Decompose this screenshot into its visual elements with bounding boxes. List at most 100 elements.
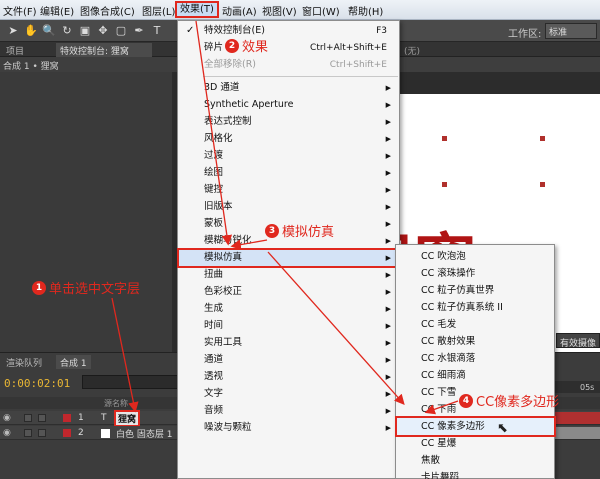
layer-name[interactable]: 狸窝 xyxy=(113,410,141,427)
submenu-item-cc-bubbles[interactable]: CC 吹泡泡 xyxy=(397,248,554,265)
submenu-arrow-icon: ▶ xyxy=(385,373,391,381)
menu-item-transition[interactable]: 过渡 ▶ xyxy=(179,148,399,164)
menu-item-label: 实用工具 xyxy=(204,337,243,348)
mouse-cursor-icon: ⬉ xyxy=(497,421,508,436)
submenu-item-cc-particle-world[interactable]: CC 粒子仿真世界 xyxy=(397,282,554,299)
menu-composition[interactable]: 图像合成(C) xyxy=(80,3,135,18)
annotation-text: 效果 xyxy=(242,40,269,55)
submenu-item-card-dance[interactable]: 卡片舞蹈 xyxy=(397,469,554,479)
menu-item-time[interactable]: 时间 ▶ xyxy=(179,318,399,334)
menu-item-text[interactable]: 文字 ▶ xyxy=(179,386,399,402)
menu-layer[interactable]: 图层(L) xyxy=(142,3,175,18)
submenu-arrow-icon: ▶ xyxy=(385,135,391,143)
pan-tool-icon[interactable]: ✥ xyxy=(96,24,110,38)
zoom-tool-icon[interactable]: 🔍 xyxy=(42,24,56,38)
solo-toggle[interactable] xyxy=(38,414,46,422)
rotate-tool-icon[interactable]: ↻ xyxy=(60,24,74,38)
submenu-item-caustics[interactable]: 焦散 xyxy=(397,452,554,469)
menu-item-keying[interactable]: 键控 ▶ xyxy=(179,182,399,198)
submenu-item-cc-drizzle[interactable]: CC 细雨滴 xyxy=(397,367,554,384)
submenu-arrow-icon: ▶ xyxy=(385,84,391,92)
menu-item-obsolete[interactable]: 旧版本 ▶ xyxy=(179,199,399,215)
hand-tool-icon[interactable]: ✋ xyxy=(24,24,38,38)
submenu-item-cc-star-burst[interactable]: CC 星爆 xyxy=(397,435,554,452)
menu-item-generate[interactable]: 生成 ▶ xyxy=(179,301,399,317)
transform-handle[interactable] xyxy=(540,182,545,187)
menu-item-synthetic-aperture[interactable]: Synthetic Aperture ▶ xyxy=(179,97,399,113)
menu-help[interactable]: 帮助(H) xyxy=(348,3,383,18)
submenu-item-cc-ball-action[interactable]: CC 滚珠操作 xyxy=(397,265,554,282)
layer-label-color[interactable] xyxy=(63,429,71,437)
menu-item-label: 模糊与锐化 xyxy=(204,235,252,246)
menu-item-label: 时间 xyxy=(204,320,224,331)
audio-toggle[interactable] xyxy=(24,429,32,437)
ruler-label: 05s xyxy=(580,383,595,392)
eye-icon[interactable]: ◉ xyxy=(3,413,11,423)
tab-render-queue[interactable]: 渲染队列 xyxy=(2,355,46,369)
pen-tool-icon[interactable]: ✒ xyxy=(132,24,146,38)
menu-item-shatter[interactable]: 碎片 Ctrl+Alt+Shift+E xyxy=(179,40,399,56)
menu-item-label: 蒙板 xyxy=(204,218,224,229)
transform-handle[interactable] xyxy=(442,136,447,141)
text-tool-icon[interactable]: T xyxy=(150,24,164,38)
annotation-text: 模拟仿真 xyxy=(282,225,335,240)
eye-icon[interactable]: ◉ xyxy=(3,428,11,438)
submenu-arrow-icon: ▶ xyxy=(385,254,391,262)
menu-edit[interactable]: 编辑(E) xyxy=(40,3,74,18)
solo-toggle[interactable] xyxy=(38,429,46,437)
menu-animation[interactable]: 动画(A) xyxy=(222,3,257,18)
transform-handle[interactable] xyxy=(540,136,545,141)
menu-view[interactable]: 视图(V) xyxy=(262,3,297,18)
menu-item-utility[interactable]: 实用工具 ▶ xyxy=(179,335,399,351)
layer-name[interactable]: 白色 固态层 1 xyxy=(116,427,172,440)
menu-item-label: 文字 xyxy=(204,388,224,399)
menu-item-stylize[interactable]: 风格化 ▶ xyxy=(179,131,399,147)
tab-project[interactable]: 项目 xyxy=(2,43,28,57)
submenu-arrow-icon: ▶ xyxy=(385,339,391,347)
menu-item-3d-channel[interactable]: 3D 通道 ▶ xyxy=(179,80,399,96)
menu-item-expression-controls[interactable]: 表达式控制 ▶ xyxy=(179,114,399,130)
audio-toggle[interactable] xyxy=(24,414,32,422)
effect-menu: ✓ 特效控制台(E) F3 碎片 Ctrl+Alt+Shift+E 全部移除(R) Ct… xyxy=(177,20,401,479)
annotation-step-3: 3 模拟仿真 xyxy=(265,221,334,240)
submenu-item-cc-scatterize[interactable]: CC 散射效果 xyxy=(397,333,554,350)
selection-tool-icon[interactable]: ➤ xyxy=(6,24,20,38)
submenu-arrow-icon: ▶ xyxy=(385,424,391,432)
tab-composition-none[interactable]: (无) xyxy=(400,43,424,57)
menu-item-label: 音频 xyxy=(204,405,224,416)
active-camera-label[interactable]: 有效摄像 xyxy=(556,333,600,349)
menu-item-effect-controls[interactable]: ✓ 特效控制台(E) F3 xyxy=(179,23,399,39)
menu-item-label: 3D 通道 xyxy=(204,82,240,93)
menu-effect[interactable]: 效果(T) xyxy=(175,1,219,18)
menu-item-distort[interactable]: 扭曲 ▶ xyxy=(179,267,399,283)
camera-tool-icon[interactable]: ▣ xyxy=(78,24,92,38)
submenu-item-cc-mercury[interactable]: CC 水银滴落 xyxy=(397,350,554,367)
transform-handle[interactable] xyxy=(442,182,447,187)
submenu-item-cc-particle-systems-ii[interactable]: CC 粒子仿真系统 II xyxy=(397,299,554,316)
tab-composition[interactable]: 合成 1 xyxy=(56,355,91,369)
layer-label-color[interactable] xyxy=(63,414,71,422)
submenu-item-cc-hair[interactable]: CC 毛发 xyxy=(397,316,554,333)
submenu-arrow-icon: ▶ xyxy=(385,407,391,415)
menu-item-audio[interactable]: 音频 ▶ xyxy=(179,403,399,419)
tab-effect-controls[interactable]: 特效控制台: 狸窝 xyxy=(56,43,152,57)
menu-window[interactable]: 窗口(W) xyxy=(302,3,340,18)
timecode[interactable]: 0:00:02:01 xyxy=(4,377,70,390)
annotation-text: CC像素多边形 xyxy=(476,395,560,410)
mask-tool-icon[interactable]: ▢ xyxy=(114,24,128,38)
workspace-select[interactable]: 标准 xyxy=(545,23,597,39)
menu-item-label: 生成 xyxy=(204,303,224,314)
menu-item-perspective[interactable]: 透视 ▶ xyxy=(179,369,399,385)
menu-item-label: 通道 xyxy=(204,354,224,365)
menu-separator xyxy=(203,76,398,77)
menu-item-label: 键控 xyxy=(204,184,224,195)
menu-item-channel[interactable]: 通道 ▶ xyxy=(179,352,399,368)
menu-item-color-correction[interactable]: 色彩校正 ▶ xyxy=(179,284,399,300)
layer-duration-bar[interactable] xyxy=(552,427,600,439)
submenu-item-cc-pixel-polly[interactable]: CC 像素多边形 xyxy=(395,416,556,437)
menu-file[interactable]: 文件(F) xyxy=(3,3,37,18)
menu-item-paint[interactable]: 绘图 ▶ xyxy=(179,165,399,181)
layer-duration-bar[interactable] xyxy=(552,412,600,424)
menu-item-noise-grain[interactable]: 噪波与颗粒 ▶ xyxy=(179,420,399,436)
menu-item-simulation[interactable]: 模拟仿真 ▶ xyxy=(177,248,401,268)
